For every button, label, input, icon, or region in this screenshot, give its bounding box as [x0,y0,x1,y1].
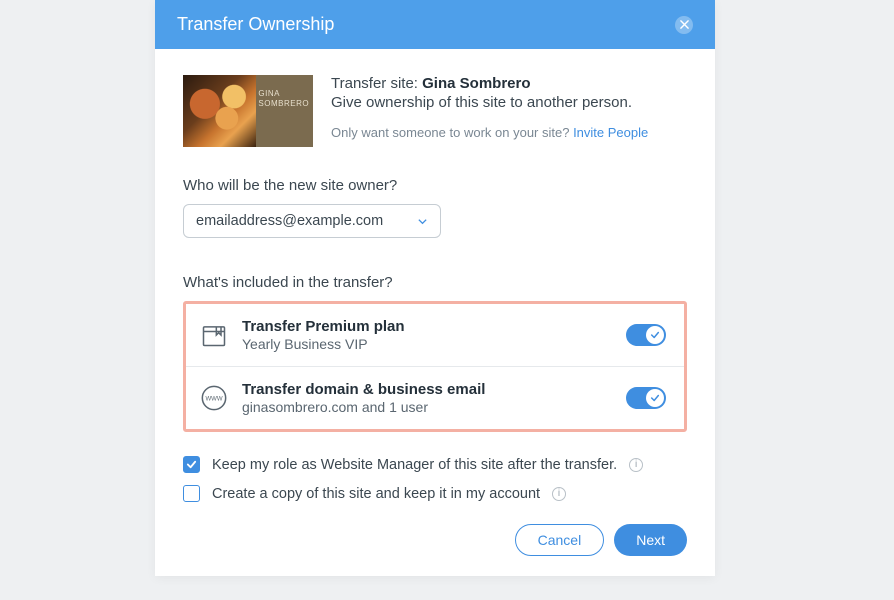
copy-site-label: Create a copy of this site and keep it i… [212,486,540,502]
new-owner-label: Who will be the new site owner? [183,177,687,194]
new-owner-value: emailaddress@example.com [196,213,383,229]
svg-text:WWW: WWW [205,396,222,402]
premium-plan-icon [200,321,228,349]
new-owner-select[interactable]: emailaddress@example.com [183,204,441,238]
premium-toggle[interactable] [626,324,666,346]
included-title: Transfer domain & business email [242,381,612,398]
included-text: Transfer domain & business email ginasom… [242,381,612,415]
included-sub: ginasombrero.com and 1 user [242,399,612,415]
transfer-subtitle: Give ownership of this site to another p… [331,94,687,111]
site-summary: GINA SOMBRERO Transfer site: Gina Sombre… [183,75,687,147]
info-icon[interactable]: i [552,487,566,501]
thumbnail-photo [183,75,256,147]
check-icon [650,330,660,340]
site-info: Transfer site: Gina Sombrero Give owners… [331,75,687,147]
invite-line: Only want someone to work on your site? … [331,125,687,140]
keep-role-checkbox[interactable] [183,456,200,473]
thumbnail-label: GINA SOMBRERO [258,89,309,110]
site-name: Gina Sombrero [422,75,530,92]
check-icon [650,393,660,403]
copy-site-row: Create a copy of this site and keep it i… [183,485,687,502]
included-items-highlight: Transfer Premium plan Yearly Business VI… [183,301,687,432]
close-icon [680,20,689,29]
site-thumbnail: GINA SOMBRERO [183,75,313,147]
invite-people-link[interactable]: Invite People [573,125,648,140]
toggle-knob [646,389,664,407]
cancel-button[interactable]: Cancel [515,524,605,556]
transfer-site-line: Transfer site: Gina Sombrero [331,75,687,92]
check-icon [186,459,197,470]
included-title: Transfer Premium plan [242,318,612,335]
included-label: What's included in the transfer? [183,274,687,291]
copy-site-checkbox[interactable] [183,485,200,502]
transfer-ownership-modal: Transfer Ownership GINA SOMBRERO Transfe… [155,0,715,576]
modal-title: Transfer Ownership [177,14,334,35]
keep-role-row: Keep my role as Website Manager of this … [183,456,687,473]
toggle-knob [646,326,664,344]
modal-body: GINA SOMBRERO Transfer site: Gina Sombre… [155,49,715,576]
included-row-premium: Transfer Premium plan Yearly Business VI… [186,304,684,366]
included-sub: Yearly Business VIP [242,336,612,352]
close-button[interactable] [675,16,693,34]
chevron-down-icon [417,216,428,227]
modal-header: Transfer Ownership [155,0,715,49]
info-icon[interactable]: i [629,458,643,472]
included-row-domain: WWW Transfer domain & business email gin… [186,366,684,429]
domain-toggle[interactable] [626,387,666,409]
keep-role-label: Keep my role as Website Manager of this … [212,457,617,473]
button-row: Cancel Next [183,524,687,556]
next-button[interactable]: Next [614,524,687,556]
domain-icon: WWW [200,384,228,412]
included-text: Transfer Premium plan Yearly Business VI… [242,318,612,352]
